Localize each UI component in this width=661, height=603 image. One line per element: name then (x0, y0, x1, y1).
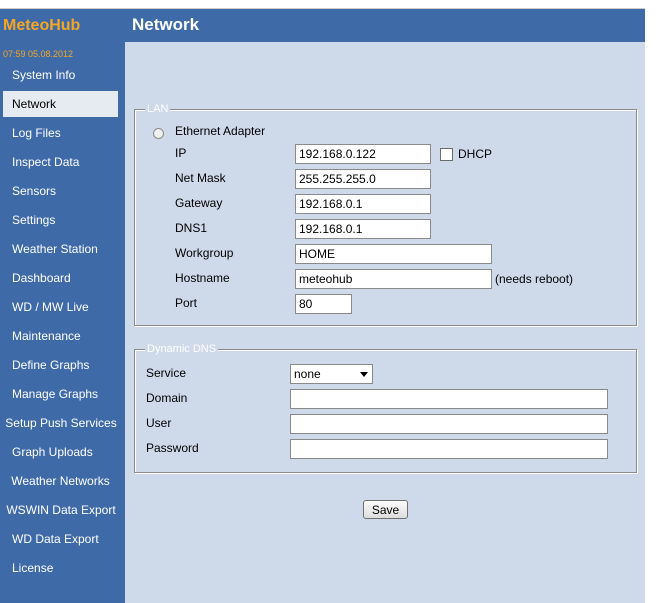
domain-input[interactable] (290, 389, 608, 409)
ddns-legend: Dynamic DNS (145, 343, 219, 355)
page-header: Network (125, 9, 645, 42)
sidebar-item-weather-station[interactable]: Weather Station (3, 236, 118, 262)
hostname-input[interactable] (295, 269, 492, 289)
gateway-input[interactable] (295, 194, 431, 214)
sidebar-item-weather-networks[interactable]: Weather Networks (0, 468, 121, 494)
service-label: Service (146, 366, 187, 380)
sidebar-item-settings[interactable]: Settings (3, 207, 118, 233)
dhcp-label: DHCP (458, 147, 493, 161)
sidebar: MeteoHub 07:59 05.08.2012 System Info Ne… (0, 9, 125, 603)
page-title: Network (132, 15, 200, 34)
domain-label: Domain (146, 391, 188, 405)
ethernet-adapter-radio[interactable] (153, 128, 164, 139)
netmask-label: Net Mask (175, 171, 226, 185)
sidebar-item-dashboard[interactable]: Dashboard (3, 265, 118, 291)
brand-logo: MeteoHub (3, 17, 81, 34)
sidebar-item-maintenance[interactable]: Maintenance (3, 323, 118, 349)
sidebar-item-inspect-data[interactable]: Inspect Data (3, 149, 118, 175)
password-label: Password (146, 441, 199, 455)
chevron-down-icon (360, 372, 368, 377)
user-input[interactable] (290, 414, 608, 434)
ip-input[interactable] (295, 144, 431, 164)
ddns-fieldset: Dynamic DNS Service none Domain User Pas… (134, 343, 637, 473)
lan-legend: LAN (145, 103, 171, 115)
sidebar-item-wd-data-export[interactable]: WD Data Export (3, 526, 118, 552)
service-select[interactable]: none (290, 364, 373, 384)
hostname-note: (needs reboot) (495, 272, 574, 286)
ethernet-adapter-label: Ethernet Adapter (175, 124, 266, 138)
main-content: LAN Ethernet Adapter IP DHCP Net Mask Ga… (125, 42, 645, 603)
sidebar-item-define-graphs[interactable]: Define Graphs (3, 352, 118, 378)
ip-label: IP (175, 146, 187, 160)
user-label: User (146, 416, 172, 430)
netmask-input[interactable] (295, 169, 431, 189)
lan-fieldset: LAN Ethernet Adapter IP DHCP Net Mask Ga… (134, 103, 637, 326)
scrollbar-track (645, 9, 661, 603)
service-select-value: none (294, 367, 321, 381)
dns1-input[interactable] (295, 219, 431, 239)
port-label: Port (175, 296, 198, 310)
date-time: 07:59 05.08.2012 (3, 49, 74, 59)
save-button[interactable]: Save (363, 500, 408, 519)
sidebar-item-log-files[interactable]: Log Files (3, 120, 118, 146)
password-input[interactable] (290, 439, 608, 459)
sidebar-item-license[interactable]: License (3, 555, 118, 581)
sidebar-item-network[interactable]: Network (3, 91, 118, 117)
dns1-label: DNS1 (175, 221, 208, 235)
sidebar-item-graph-uploads[interactable]: Graph Uploads (3, 439, 118, 465)
dhcp-checkbox[interactable] (440, 148, 453, 161)
sidebar-item-manage-graphs[interactable]: Manage Graphs (3, 381, 118, 407)
sidebar-item-system-info[interactable]: System Info (3, 62, 118, 88)
hostname-label: Hostname (175, 271, 230, 285)
sidebar-item-sensors[interactable]: Sensors (3, 178, 118, 204)
sidebar-item-wd-mw-live[interactable]: WD / MW Live (3, 294, 118, 320)
workgroup-label: Workgroup (175, 246, 234, 260)
workgroup-input[interactable] (295, 244, 492, 264)
port-input[interactable] (295, 294, 352, 314)
sidebar-item-setup-push-services[interactable]: Setup Push Services (0, 410, 122, 436)
gateway-label: Gateway (175, 196, 223, 210)
sidebar-item-wswin-data-export[interactable]: WSWIN Data Export (0, 497, 122, 523)
